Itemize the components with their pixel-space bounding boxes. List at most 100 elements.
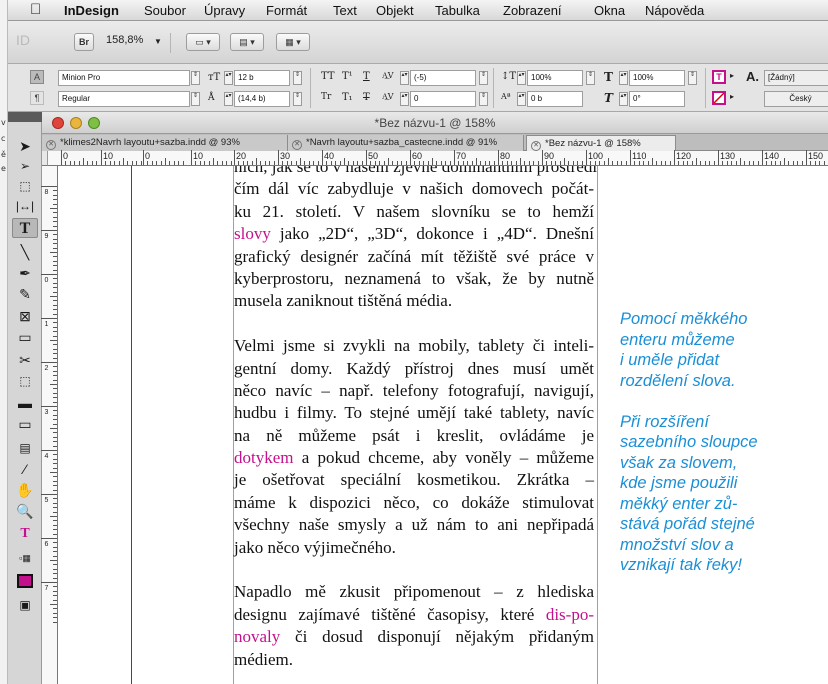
leading-stepper[interactable]: ▴▾ — [224, 92, 233, 106]
underline-button[interactable]: T — [363, 71, 370, 82]
character-mode-button[interactable]: A — [30, 70, 44, 84]
tab-close-icon[interactable]: ✕ — [292, 140, 302, 150]
menu-format[interactable]: Formát — [266, 3, 307, 18]
gradient-swatch-tool-icon[interactable]: ▬ — [12, 393, 38, 413]
ruler-minor-tick — [317, 161, 319, 165]
scissors-tool-icon[interactable]: ✂ — [12, 350, 38, 370]
hand-tool-icon[interactable]: ✋ — [12, 480, 38, 500]
kerning-dropdown-icon[interactable]: ⇕ — [479, 92, 488, 106]
vertical-scale-dropdown-icon[interactable]: ⇕ — [586, 71, 595, 85]
rectangle-tool-icon[interactable]: ▭ — [12, 327, 38, 347]
menu-view[interactable]: Zobrazení — [503, 3, 562, 18]
menu-text[interactable]: Text — [333, 3, 357, 18]
font-style-field[interactable]: Regular — [58, 91, 190, 107]
apple-icon[interactable]:  — [30, 1, 41, 18]
tools-panel-header[interactable] — [8, 112, 42, 122]
baseline-shift-field[interactable]: 0 b — [527, 91, 583, 107]
direct-selection-tool-icon[interactable]: ➢ — [12, 156, 38, 176]
horizontal-scale-field[interactable]: 100% — [629, 70, 685, 86]
selection-tool-icon[interactable]: ➤ — [12, 136, 38, 156]
view-options-button[interactable]: ▭ ▾ — [186, 33, 220, 51]
tracking-dropdown-icon[interactable]: ⇕ — [479, 71, 488, 85]
horizontal-scale-stepper[interactable]: ▴▾ — [619, 71, 628, 85]
baseline-shift-stepper[interactable]: ▴▾ — [517, 92, 526, 106]
ruler-minor-tick — [50, 296, 57, 297]
font-size-field[interactable]: 12 b — [234, 70, 290, 86]
menu-file[interactable]: Soubor — [144, 3, 186, 18]
menu-object[interactable]: Objekt — [376, 3, 414, 18]
note-gap — [620, 391, 820, 412]
ruler-minor-tick — [669, 161, 671, 165]
tracking-field[interactable]: (-5) — [410, 70, 476, 86]
gap-tool-icon[interactable]: |↔| — [12, 196, 38, 216]
zoom-tool-icon[interactable]: 🔍 — [12, 501, 38, 521]
fill-color-swatch[interactable]: T — [712, 70, 726, 84]
skew-field[interactable]: 0° — [629, 91, 685, 107]
ruler-major-tick — [366, 150, 367, 165]
ruler-minor-tick — [53, 419, 57, 421]
vertical-scale-field[interactable]: 100% — [527, 70, 583, 86]
note-tool-icon[interactable]: ▤ — [12, 438, 38, 458]
paragraph-mode-button[interactable]: ¶ — [30, 91, 44, 105]
tab-navrh-castecne[interactable]: ✕ *Navrh layoutu+sazba_castecne.indd @ 91… — [288, 135, 524, 151]
zoom-level[interactable]: 158,8% — [106, 34, 143, 46]
ruler-minor-tick — [83, 158, 84, 165]
superscript-button[interactable]: T¹ — [342, 71, 353, 82]
menu-table[interactable]: Tabulka — [435, 3, 480, 18]
color-swatch-icon[interactable] — [12, 570, 38, 590]
font-family-field[interactable]: Minion Pro — [58, 70, 190, 86]
strikethrough-button[interactable]: T — [363, 92, 370, 103]
menu-edit[interactable]: Úpravy — [204, 3, 245, 18]
fill-dropdown-icon[interactable]: ▸ — [730, 71, 734, 80]
font-style-dropdown-icon[interactable]: ⇕ — [191, 92, 200, 106]
small-caps-button[interactable]: Tr — [321, 92, 331, 102]
line-tool-icon[interactable]: ╲ — [12, 242, 38, 262]
rect-frame-tool-icon[interactable]: ⊠ — [12, 306, 38, 326]
all-caps-button[interactable]: TT — [321, 71, 335, 82]
skew-stepper[interactable]: ▴▾ — [619, 92, 628, 106]
screen-mode-button[interactable]: ▤ ▾ — [230, 33, 264, 51]
stroke-color-swatch[interactable] — [712, 91, 726, 105]
note-line: sazebního sloupce — [620, 433, 758, 451]
vertical-scale-stepper[interactable]: ▴▾ — [517, 71, 526, 85]
tracking-stepper[interactable]: ▴▾ — [400, 71, 409, 85]
tab-close-icon[interactable]: ✕ — [46, 140, 56, 150]
fill-stroke-widget-icon[interactable]: T — [12, 524, 38, 544]
leading-field[interactable]: (14,4 b) — [234, 91, 290, 107]
gradient-feather-tool-icon[interactable]: ▭ — [12, 414, 38, 434]
menu-help[interactable]: Nápověda — [645, 3, 704, 18]
font-family-dropdown-icon[interactable]: ⇕ — [191, 71, 200, 85]
body-text[interactable]: ních, jak se to v našem zjevně dominantn… — [233, 166, 598, 671]
arrange-documents-button[interactable]: ▦ ▾ — [276, 33, 310, 51]
menu-app-name[interactable]: InDesign — [64, 3, 119, 18]
font-size-dropdown-icon[interactable]: ⇕ — [293, 71, 302, 85]
tab-close-icon[interactable]: ✕ — [531, 141, 541, 151]
type-tool-icon[interactable]: T — [12, 218, 38, 238]
language-field[interactable]: Český — [764, 91, 828, 107]
menu-window[interactable]: Okna — [594, 3, 625, 18]
vertical-ruler[interactable]: 8 9 0 1 2 3 4 5 6 7 — [41, 166, 58, 684]
zoom-dropdown-icon[interactable]: ▼ — [154, 37, 162, 46]
eyedropper-tool-icon[interactable]: ⁄ — [12, 459, 38, 479]
leading-dropdown-icon[interactable]: ⇕ — [293, 92, 302, 106]
horizontal-scale-dropdown-icon[interactable]: ⇕ — [688, 71, 697, 85]
character-style-field[interactable]: [Žádný] — [764, 70, 828, 86]
pencil-tool-icon[interactable]: ✎ — [12, 284, 38, 304]
kerning-field[interactable]: 0 — [410, 91, 476, 107]
bridge-button[interactable]: Br — [74, 33, 94, 51]
kerning-stepper[interactable]: ▴▾ — [400, 92, 409, 106]
formatting-affects-icon[interactable]: ▫▦ — [12, 548, 38, 568]
stroke-dropdown-icon[interactable]: ▸ — [730, 92, 734, 101]
screen-mode-icon[interactable]: ▣ — [12, 595, 38, 615]
page-tool-icon[interactable]: ⬚ — [12, 176, 38, 196]
ruler-major-tick — [143, 150, 144, 165]
tab-klimes2navrh[interactable]: ✕ *klimes2Navrh layoutu+sazba.indd @ 93% — [42, 135, 288, 151]
ruler-minor-tick — [53, 397, 57, 399]
tab-bez-nazvu[interactable]: ✕ *Bez názvu-1 @ 158% — [526, 135, 676, 151]
free-transform-tool-icon[interactable]: ⬚ — [12, 371, 38, 391]
font-size-stepper[interactable]: ▴▾ — [224, 71, 233, 85]
subscript-button[interactable]: T₁ — [342, 92, 353, 103]
horizontal-ruler[interactable]: 0 10 0 10 20 30 40 50 60 70 80 90 100 110 120 130 140 150 — [48, 150, 828, 166]
note-line: kde jsme použili — [620, 474, 738, 492]
pen-tool-icon[interactable]: ✒ — [12, 263, 38, 283]
